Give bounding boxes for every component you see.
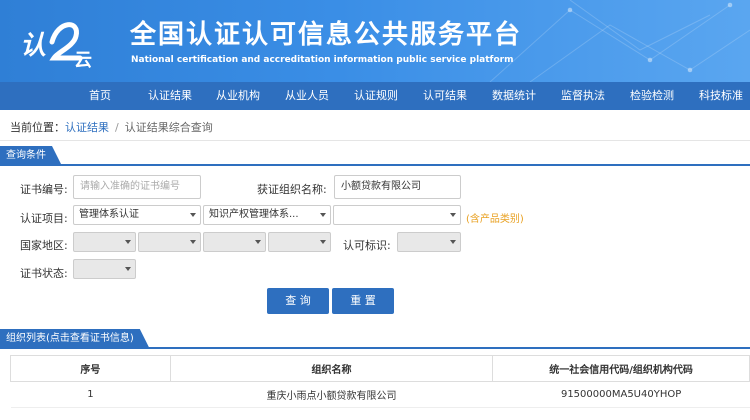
table-row[interactable]: 1 重庆小雨点小额贷款有限公司 91500000MA5U40YHOP [10, 381, 750, 408]
cert-no-input[interactable]: 请输入准确的证书编号 [73, 175, 201, 199]
column-header-credit-code: 统一社会信用代码/组织机构代码 [492, 355, 750, 382]
results-table: 序号 组织名称 统一社会信用代码/组织机构代码 1 重庆小雨点小额贷款有限公司 … [10, 355, 750, 408]
accreditation-mark-label: 认可标识: [343, 239, 391, 252]
breadcrumb-link-cert-results[interactable]: 认证结果 [65, 121, 109, 134]
breadcrumb-prefix: 当前位置： [10, 121, 65, 134]
region-select-4[interactable] [268, 232, 331, 252]
site-title: 全国认证认可信息公共服务平台 [130, 20, 523, 50]
chevron-down-icon [190, 240, 196, 244]
row-org-name[interactable]: 重庆小雨点小额贷款有限公司 [170, 381, 493, 408]
region-select-1[interactable] [73, 232, 136, 252]
site-logo[interactable]: 认 云 [18, 12, 108, 70]
query-section-title: 查询条件 [0, 146, 62, 166]
chevron-down-icon [125, 267, 131, 271]
reset-button[interactable]: 重 置 [332, 288, 394, 314]
nav-item-accreditation[interactable]: 认可结果 [423, 82, 467, 110]
chevron-down-icon [255, 240, 261, 244]
breadcrumb-separator: / [115, 121, 119, 134]
product-category-note: (含产品类别) [466, 214, 524, 225]
cert-status-select[interactable] [73, 259, 136, 279]
column-header-org-name: 组织名称 [169, 355, 494, 382]
nav-item-cert-results[interactable]: 认证结果 [148, 82, 192, 110]
query-section-header: 查询条件 [0, 146, 750, 166]
table-header-row: 序号 组织名称 统一社会信用代码/组织机构代码 [10, 355, 750, 382]
row-index: 1 [10, 381, 171, 408]
cert-status-label: 证书状态: [20, 267, 68, 280]
nav-item-statistics[interactable]: 数据统计 [492, 82, 536, 110]
project-label: 认证项目: [20, 212, 68, 225]
nav-item-personnel[interactable]: 从业人员 [285, 82, 329, 110]
chevron-down-icon [450, 240, 456, 244]
nav-item-institutions[interactable]: 从业机构 [216, 82, 260, 110]
cert-no-label: 证书编号: [20, 183, 68, 196]
chevron-down-icon [190, 213, 196, 217]
project-subtype-value: 知识产权管理体系... [209, 209, 299, 220]
row-credit-code: 91500000MA5U40YHOP [492, 381, 750, 408]
nav-item-cert-rules[interactable]: 认证规则 [354, 82, 398, 110]
column-header-index: 序号 [10, 355, 171, 382]
chevron-down-icon [320, 213, 326, 217]
main-nav: 首页 认证结果 从业机构 从业人员 认证规则 认可结果 数据统计 监督执法 检验… [0, 82, 750, 110]
org-name-input[interactable]: 小额贷款有限公司 [334, 175, 461, 199]
region-select-3[interactable] [203, 232, 266, 252]
nav-item-supervision[interactable]: 监督执法 [561, 82, 605, 110]
header-banner: 认 云 全国认证认可信息公共服务平台 National certificatio… [0, 0, 750, 82]
site-subtitle: National certification and accreditation… [131, 55, 514, 65]
breadcrumb: 当前位置：认证结果 / 认证结果综合查询 [10, 119, 213, 135]
svg-text:云: 云 [74, 50, 92, 70]
search-button[interactable]: 查 询 [267, 288, 329, 314]
project-type-select[interactable]: 管理体系认证 [73, 205, 201, 225]
region-select-2[interactable] [138, 232, 201, 252]
project-category-select[interactable] [333, 205, 461, 225]
divider [0, 140, 750, 141]
project-subtype-select[interactable]: 知识产权管理体系... [203, 205, 331, 225]
results-section-title: 组织列表(点击查看证书信息) [0, 329, 150, 349]
accreditation-mark-select[interactable] [397, 232, 461, 252]
chevron-down-icon [450, 213, 456, 217]
breadcrumb-current: 认证结果综合查询 [124, 121, 213, 134]
region-label: 国家地区: [20, 239, 68, 252]
nav-item-standards[interactable]: 科技标准 [699, 82, 743, 110]
svg-text:认: 认 [20, 31, 46, 61]
nav-item-home[interactable]: 首页 [89, 82, 111, 110]
chevron-down-icon [125, 240, 131, 244]
chevron-down-icon [320, 240, 326, 244]
project-type-value: 管理体系认证 [79, 209, 139, 220]
nav-item-inspection[interactable]: 检验检测 [630, 82, 674, 110]
org-name-label: 获证组织名称: [257, 183, 327, 196]
results-section-header: 组织列表(点击查看证书信息) [0, 329, 750, 349]
